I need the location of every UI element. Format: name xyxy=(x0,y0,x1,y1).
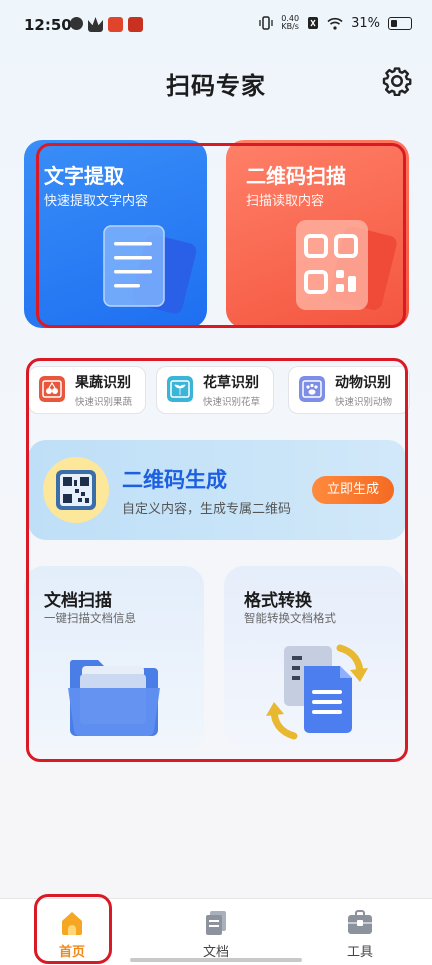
battery-icon xyxy=(388,16,412,30)
network-speed-unit: KB/s xyxy=(281,22,299,31)
highlight-box-home-tab xyxy=(34,894,112,964)
status-time: 12:50 xyxy=(24,16,72,34)
sim-icon xyxy=(308,17,319,29)
document-stack-icon xyxy=(206,911,226,935)
nav-tools-label: 工具 xyxy=(346,945,373,960)
toolbox-icon xyxy=(348,910,372,934)
highlight-box-top-cards xyxy=(36,143,406,328)
gesture-bar xyxy=(130,958,302,962)
nav-tools[interactable]: 工具 xyxy=(320,905,400,963)
app-notification-icon xyxy=(128,17,143,32)
app-notification-icon xyxy=(70,17,83,30)
page-title: 扫码专家 xyxy=(166,72,266,100)
status-bar: 12:50 0.40 KB/s 31% xyxy=(0,0,432,52)
app-notification-icon xyxy=(108,17,123,32)
battery-percent: 31% xyxy=(351,15,380,31)
status-right: 0.40 KB/s 31% xyxy=(259,15,412,31)
highlight-box-features xyxy=(26,358,408,762)
notification-icons xyxy=(70,17,143,32)
crown-notification-icon xyxy=(88,17,103,32)
gear-icon[interactable] xyxy=(382,66,412,96)
network-speed: 0.40 KB/s xyxy=(281,15,299,31)
wifi-icon xyxy=(327,17,343,30)
nav-documents[interactable]: 文档 xyxy=(176,905,256,963)
vibrate-icon xyxy=(259,16,273,30)
